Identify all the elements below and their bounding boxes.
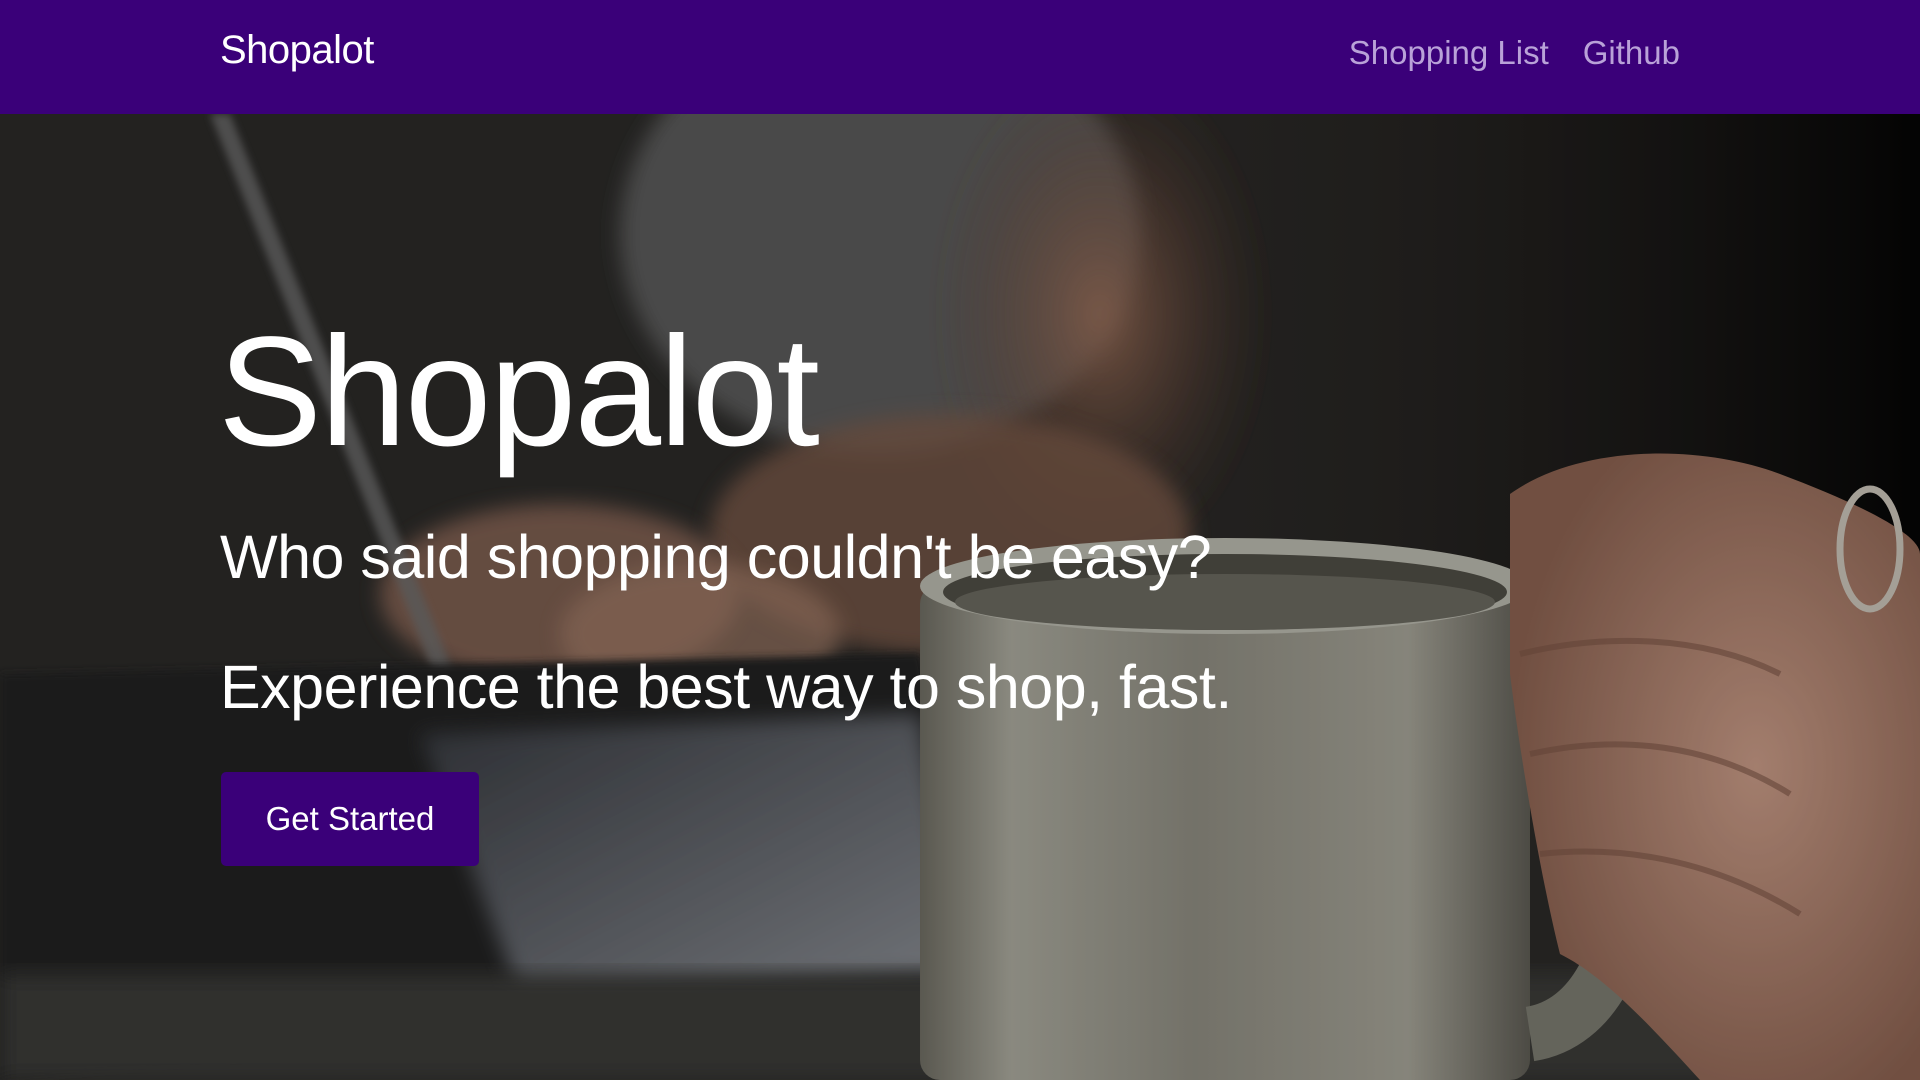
navbar: Shopalot Shopping List Github [0,0,1920,114]
nav-link-github[interactable]: Github [1583,34,1680,72]
get-started-button[interactable]: Get Started [221,772,479,866]
hero-section: Shopalot Who said shopping couldn't be e… [0,114,1920,1080]
hero-tagline: Experience the best way to shop, fast. [220,653,1232,721]
brand-logo[interactable]: Shopalot [220,28,374,73]
hero-subtitle: Who said shopping couldn't be easy? [220,523,1212,591]
nav-links: Shopping List Github [1349,34,1680,72]
hero-title: Shopalot [218,305,820,479]
nav-link-shopping-list[interactable]: Shopping List [1349,34,1549,72]
hero-background-image [0,114,1920,1080]
